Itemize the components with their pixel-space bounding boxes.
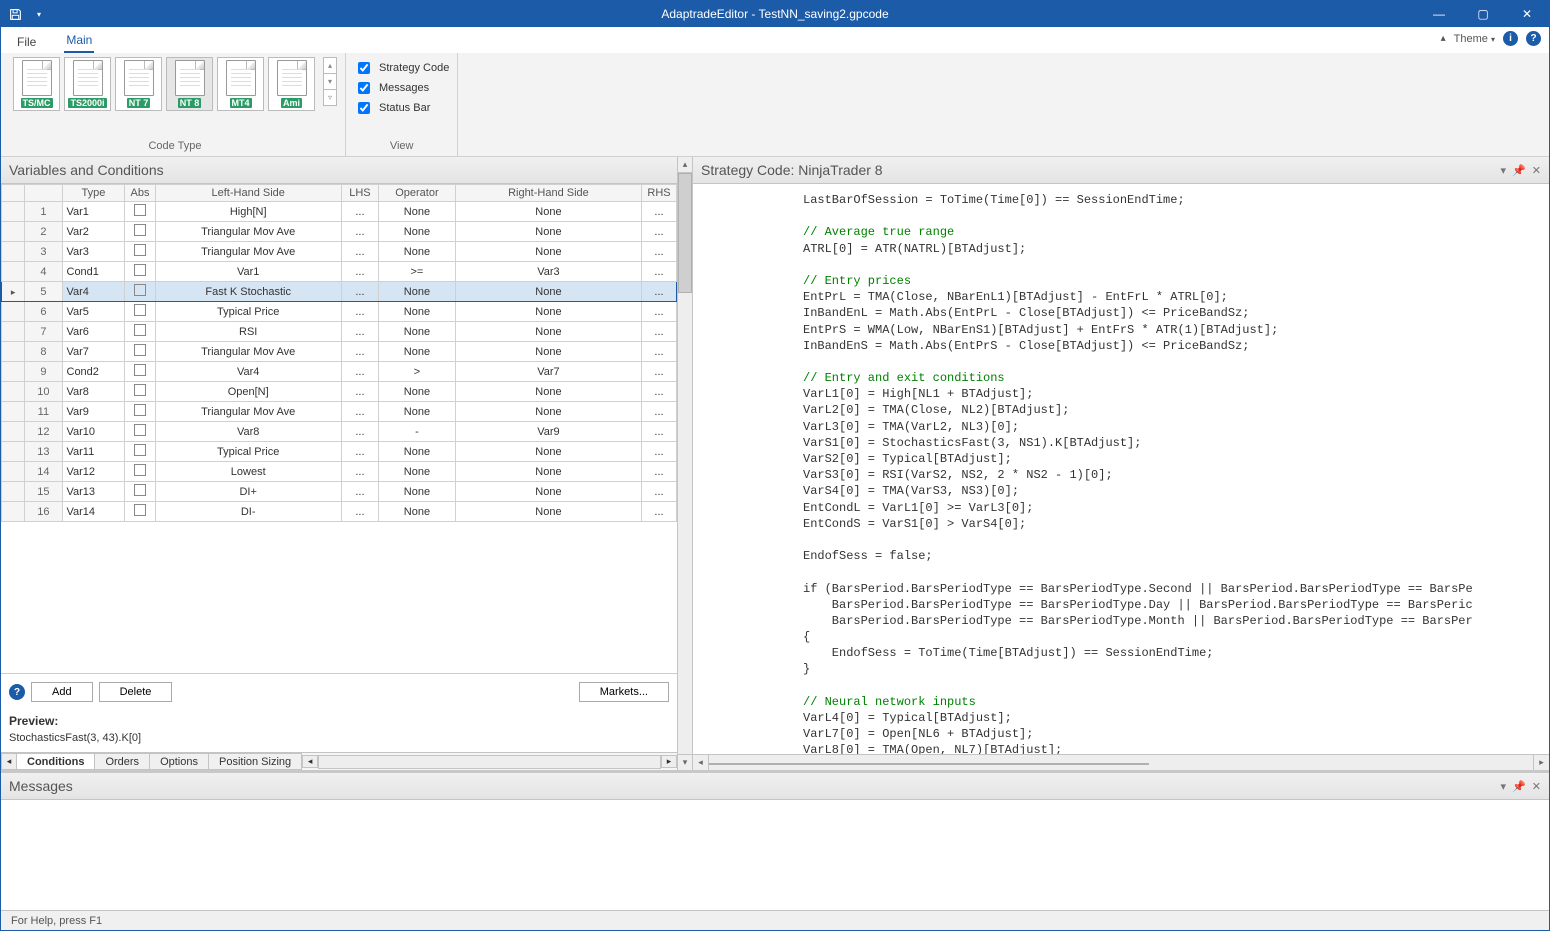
menu-bar: File Main ▴ Theme ▾ i ? <box>1 27 1549 53</box>
table-row[interactable]: 14Var12Lowest...NoneNone... <box>2 462 677 482</box>
code-hscroll[interactable]: ◂ ▸ <box>693 754 1549 770</box>
messages-menu-icon[interactable]: ▾ <box>1501 780 1507 793</box>
ribbon: TS/MC TS2000i NT 7 NT 8 MT4 Ami ▴ ▾ ▿ Co… <box>1 53 1549 157</box>
table-row[interactable]: 7Var6RSI...NoneNone... <box>2 322 677 342</box>
table-row[interactable]: 10Var8Open[N]...NoneNone... <box>2 382 677 402</box>
tab-conditions[interactable]: Conditions <box>16 753 95 770</box>
info-icon[interactable]: i <box>1503 31 1518 46</box>
delete-button[interactable]: Delete <box>99 682 173 702</box>
hscroll-track[interactable] <box>318 755 661 769</box>
platform-ts2000i-button[interactable]: TS2000i <box>64 57 111 111</box>
pane-close-icon[interactable]: ✕ <box>1532 164 1541 177</box>
check-status-bar[interactable]: Status Bar <box>354 99 449 117</box>
markets-button[interactable]: Markets... <box>579 682 669 702</box>
messages-title: Messages <box>9 778 73 794</box>
vscroll-down[interactable]: ▾ <box>678 754 692 770</box>
code-hscroll-left[interactable]: ◂ <box>693 755 709 770</box>
title-bar: ▾ AdaptradeEditor - TestNN_saving2.gpcod… <box>1 1 1549 27</box>
table-row[interactable]: 12Var10Var8...-Var9... <box>2 422 677 442</box>
variables-table[interactable]: Type Abs Left-Hand Side LHS Operator Rig… <box>1 184 677 522</box>
strategy-code-title: Strategy Code: NinjaTrader 8 <box>701 162 883 178</box>
table-row[interactable]: 8Var7Triangular Mov Ave...NoneNone... <box>2 342 677 362</box>
window-controls: ― ▢ ✕ <box>1417 1 1549 27</box>
table-row[interactable]: 4Cond1Var1...>=Var3... <box>2 262 677 282</box>
table-row[interactable]: 1Var1High[N]...NoneNone... <box>2 202 677 222</box>
messages-close-icon[interactable]: ✕ <box>1532 780 1541 793</box>
platform-ami-button[interactable]: Ami <box>268 57 315 111</box>
maximize-button[interactable]: ▢ <box>1461 1 1505 27</box>
table-row[interactable]: 6Var5Typical Price...NoneNone... <box>2 302 677 322</box>
messages-pane: Messages ▾ 📌 ✕ <box>1 770 1549 910</box>
variables-pane: Variables and Conditions Type Abs Left-H… <box>1 157 677 770</box>
tab-scroll-left[interactable]: ◂ <box>1 753 17 770</box>
vscroll-thumb[interactable] <box>678 173 692 293</box>
messages-body[interactable] <box>1 800 1549 910</box>
left-pane-tabs: ◂ Conditions Orders Options Position Siz… <box>1 752 677 770</box>
save-icon[interactable] <box>5 4 25 24</box>
gallery-scroll: ▴ ▾ ▿ <box>323 57 337 105</box>
table-row[interactable]: 3Var3Triangular Mov Ave...NoneNone... <box>2 242 677 262</box>
menu-main[interactable]: Main <box>64 29 94 53</box>
vscroll-up[interactable]: ▴ <box>678 157 692 173</box>
table-header-row: Type Abs Left-Hand Side LHS Operator Rig… <box>2 185 677 202</box>
hscroll-right[interactable]: ▸ <box>661 755 677 768</box>
code-editor[interactable]: LastBarOfSession = ToTime(Time[0]) == Se… <box>693 184 1549 754</box>
platform-tsmc-button[interactable]: TS/MC <box>13 57 60 111</box>
minimize-button[interactable]: ― <box>1417 1 1461 27</box>
code-hscroll-thumb[interactable] <box>709 763 1149 765</box>
ribbon-group-codetype-label: Code Type <box>13 137 337 156</box>
close-button[interactable]: ✕ <box>1505 1 1549 27</box>
variables-pane-title: Variables and Conditions <box>1 157 677 184</box>
preview-value: StochasticsFast(3, 43).K[0] <box>9 732 669 744</box>
left-pane-vscroll[interactable]: ▴ ▾ <box>677 157 693 770</box>
table-row[interactable]: 5Var4Fast K Stochastic...NoneNone... <box>2 282 677 302</box>
table-row[interactable]: 13Var11Typical Price...NoneNone... <box>2 442 677 462</box>
pane-menu-icon[interactable]: ▾ <box>1501 164 1507 177</box>
check-strategy-code[interactable]: Strategy Code <box>354 59 449 77</box>
preview-label: Preview: <box>9 714 669 728</box>
status-bar: For Help, press F1 <box>1 910 1549 930</box>
quick-access-toolbar: ▾ <box>1 4 49 24</box>
table-row[interactable]: 11Var9Triangular Mov Ave...NoneNone... <box>2 402 677 422</box>
table-row[interactable]: 15Var13DI+...NoneNone... <box>2 482 677 502</box>
messages-pin-icon[interactable]: 📌 <box>1512 780 1526 793</box>
window-title: AdaptradeEditor - TestNN_saving2.gpcode <box>661 7 888 21</box>
table-row[interactable]: 2Var2Triangular Mov Ave...NoneNone... <box>2 222 677 242</box>
pin-icon[interactable]: 📌 <box>1512 164 1526 177</box>
table-row[interactable]: 16Var14DI-...NoneNone... <box>2 502 677 522</box>
gallery-scroll-down[interactable]: ▾ <box>323 73 337 90</box>
add-button[interactable]: Add <box>31 682 93 702</box>
platform-nt8-button[interactable]: NT 8 <box>166 57 213 111</box>
theme-dropdown[interactable]: Theme ▾ <box>1454 33 1495 45</box>
tab-options[interactable]: Options <box>149 753 209 770</box>
qat-dropdown-icon[interactable]: ▾ <box>29 4 49 24</box>
code-hscroll-right[interactable]: ▸ <box>1533 755 1549 770</box>
gallery-expand[interactable]: ▿ <box>323 89 337 106</box>
hscroll-left[interactable]: ◂ <box>302 755 318 768</box>
preview-section: Preview: StochasticsFast(3, 43).K[0] <box>1 710 677 752</box>
strategy-code-pane: Strategy Code: NinjaTrader 8 ▾ 📌 ✕ LastB… <box>693 157 1549 770</box>
variables-button-row: ? Add Delete Markets... <box>1 674 677 710</box>
platform-nt7-button[interactable]: NT 7 <box>115 57 162 111</box>
tab-position-sizing[interactable]: Position Sizing <box>208 753 302 770</box>
ribbon-group-view-label: View <box>354 137 449 156</box>
collapse-ribbon-icon[interactable]: ▴ <box>1441 33 1446 44</box>
help-icon[interactable]: ? <box>1526 31 1541 46</box>
help-button[interactable]: ? <box>9 684 25 700</box>
table-row[interactable]: 9Cond2Var4...>Var7... <box>2 362 677 382</box>
menu-file[interactable]: File <box>15 31 38 53</box>
platform-mt4-button[interactable]: MT4 <box>217 57 264 111</box>
gallery-scroll-up[interactable]: ▴ <box>323 57 337 74</box>
status-text: For Help, press F1 <box>11 915 102 927</box>
tab-orders[interactable]: Orders <box>94 753 150 770</box>
check-messages[interactable]: Messages <box>354 79 449 97</box>
